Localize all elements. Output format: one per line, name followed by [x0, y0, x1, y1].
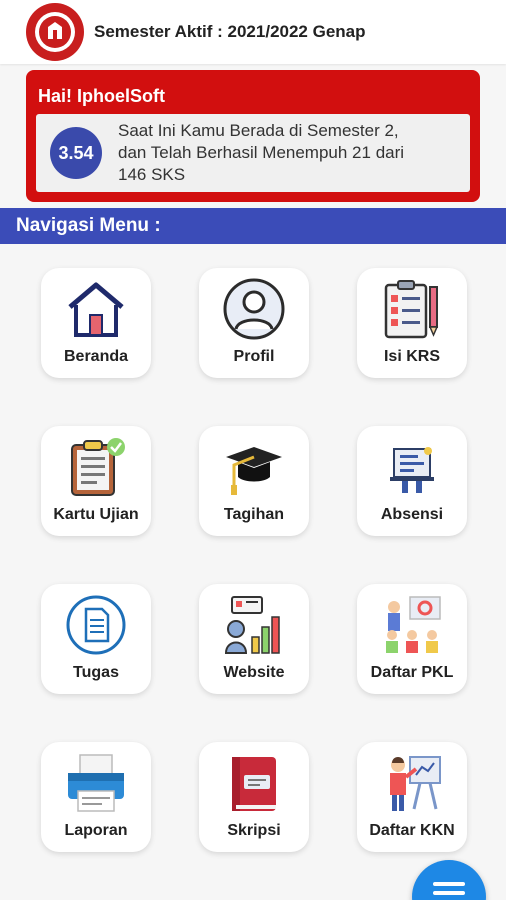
menu-tagihan[interactable]: Tagihan — [199, 426, 309, 536]
menu-label: Daftar PKL — [370, 664, 454, 681]
welcome-greeting: Hai! IphoelSoft — [38, 86, 165, 106]
welcome-card: Hai! IphoelSoft 3.54 Saat Ini Kamu Berad… — [26, 70, 480, 202]
menu-label: Absensi — [380, 506, 444, 523]
menu-absensi[interactable]: Absensi — [357, 426, 467, 536]
clipboard-checklist-icon — [377, 276, 447, 342]
menu-laporan[interactable]: Laporan — [41, 742, 151, 852]
app-header: Semester Aktif : 2021/2022 Genap — [0, 0, 506, 64]
menu-label: Tagihan — [223, 506, 285, 523]
ipk-badge: 3.54 — [50, 127, 102, 179]
document-icon — [61, 592, 131, 658]
menu-icon — [433, 882, 465, 900]
attendance-icon — [377, 434, 447, 500]
user-profile-icon — [219, 276, 289, 342]
presentation-icon — [377, 592, 447, 658]
exam-card-icon — [61, 434, 131, 500]
menu-beranda[interactable]: Beranda — [41, 268, 151, 378]
menu-label: Daftar KKN — [369, 822, 455, 839]
menu-skripsi[interactable]: Skripsi — [199, 742, 309, 852]
menu-daftar-pkl[interactable]: Daftar PKL — [357, 584, 467, 694]
menu-label: Beranda — [63, 348, 129, 365]
menu-tugas[interactable]: Tugas — [41, 584, 151, 694]
welcome-message-line: Saat Ini Kamu Berada di Semester 2, — [118, 121, 399, 140]
floating-menu-button[interactable] — [412, 860, 486, 900]
menu-label: Kartu Ujian — [53, 506, 139, 523]
menu-label: Laporan — [64, 822, 128, 839]
menu-isi-krs[interactable]: Isi KRS — [357, 268, 467, 378]
menu-label: Tugas — [73, 664, 119, 681]
welcome-info-box: 3.54 Saat Ini Kamu Berada di Semester 2,… — [36, 114, 470, 192]
nav-menu-header: Navigasi Menu : — [0, 208, 506, 244]
menu-website[interactable]: Website — [199, 584, 309, 694]
menu-profil[interactable]: Profil — [199, 268, 309, 378]
menu-label: Skripsi — [227, 822, 281, 839]
menu-label: Website — [223, 664, 285, 681]
website-chart-icon — [219, 592, 289, 658]
printer-icon — [61, 750, 131, 816]
university-seal-icon — [26, 3, 84, 61]
book-icon — [219, 750, 289, 816]
teacher-board-icon — [377, 750, 447, 816]
welcome-message-line: 146 SKS — [118, 165, 186, 184]
welcome-message: Saat Ini Kamu Berada di Semester 2, dan … — [118, 120, 404, 186]
menu-label: Profil — [233, 348, 275, 365]
menu-daftar-kkn[interactable]: Daftar KKN — [357, 742, 467, 852]
home-icon — [61, 276, 131, 342]
menu-label: Isi KRS — [383, 348, 440, 365]
welcome-message-line: dan Telah Berhasil Menempuh 21 dari — [118, 143, 405, 162]
page-title: Semester Aktif : 2021/2022 Genap — [94, 22, 366, 41]
menu-kartu-ujian[interactable]: Kartu Ujian — [41, 426, 151, 536]
graduation-cap-icon — [219, 434, 289, 500]
